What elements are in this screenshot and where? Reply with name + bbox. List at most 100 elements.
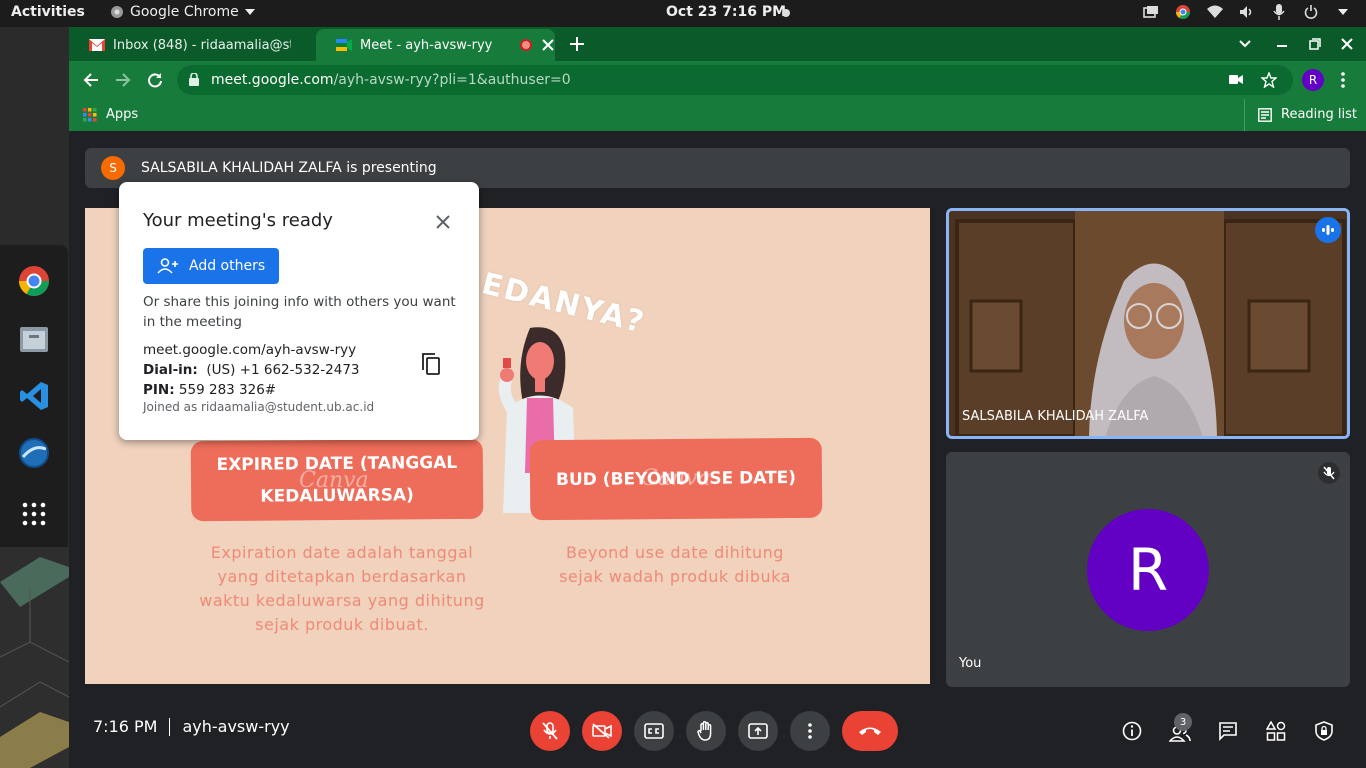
camera-in-use-icon[interactable]	[1229, 74, 1243, 85]
chrome-window: Inbox (848) - ridaamalia@stu Meet - ayh-…	[69, 27, 1366, 768]
separator	[169, 717, 171, 736]
raise-hand-icon	[697, 721, 712, 741]
profile-avatar[interactable]: R	[1302, 69, 1324, 91]
chrome-tray-icon[interactable]	[1174, 3, 1192, 21]
url-path: /ayh-avsw-ryy?pli=1&authuser=0	[333, 72, 571, 88]
meeting-link[interactable]: meet.google.com/ayh-avsw-ryy	[143, 340, 360, 360]
apps-label: Apps	[106, 107, 139, 122]
caret-down-icon[interactable]	[1334, 3, 1352, 21]
speaking-indicator-icon	[1315, 217, 1341, 243]
chrome-menu-icon[interactable]	[1341, 72, 1345, 88]
participant-name: You	[959, 656, 982, 671]
notification-dot	[782, 9, 790, 17]
gmail-icon	[89, 39, 105, 51]
desktop: Activities Google Chrome Oct 23 7:16 PM	[0, 0, 1366, 768]
files-icon[interactable]	[18, 323, 50, 355]
app-grid-icon[interactable]	[18, 498, 50, 530]
app-menu[interactable]: Google Chrome	[110, 4, 255, 20]
activities-button-meet[interactable]	[1258, 713, 1294, 749]
maximize-icon[interactable]	[1309, 38, 1321, 50]
lock-icon[interactable]	[189, 73, 199, 86]
joined-as-text: Joined as ridaamalia@student.ub.ac.id	[143, 400, 375, 414]
hang-up-icon	[859, 727, 881, 735]
captions-button[interactable]	[634, 711, 674, 751]
camera-off-button[interactable]	[582, 711, 622, 751]
info-icon	[1122, 721, 1142, 741]
participant-tile-you[interactable]: R You	[946, 452, 1350, 687]
meet-page: S SALSABILA KHALIDAH ZALFA is presenting…	[69, 131, 1366, 768]
bookmark-star-icon[interactable]	[1261, 72, 1277, 88]
leave-call-button[interactable]	[842, 711, 898, 751]
volume-icon[interactable]	[1238, 3, 1256, 21]
more-options-button[interactable]	[790, 711, 830, 751]
apps-bookmark[interactable]: Apps	[83, 107, 138, 122]
new-tab-icon[interactable]	[570, 37, 584, 51]
gnome-top-bar: Activities Google Chrome Oct 23 7:16 PM	[0, 0, 1366, 27]
joining-info: meet.google.com/ayh-avsw-ryy Dial-in: (U…	[143, 340, 360, 400]
reload-icon[interactable]	[147, 72, 163, 88]
forward-arrow-icon[interactable]	[115, 72, 131, 88]
meeting-details: 7:16 PM ayh-avsw-ryy	[93, 717, 290, 736]
dialog-close-icon[interactable]	[431, 210, 455, 234]
participant-avatar: R	[1087, 509, 1209, 631]
meeting-code[interactable]: ayh-avsw-ryy	[182, 717, 289, 736]
tab-close-icon[interactable]	[542, 39, 554, 51]
mic-off-button[interactable]	[530, 711, 570, 751]
dialin-value: (US) +1 662-532-2473	[206, 362, 360, 378]
more-vert-icon	[808, 723, 812, 739]
vscode-icon[interactable]	[18, 380, 50, 412]
window-close-icon[interactable]	[1341, 38, 1353, 50]
minimize-icon[interactable]	[1277, 45, 1287, 47]
reading-list-label: Reading list	[1281, 107, 1357, 122]
activities-button[interactable]: Activities	[11, 4, 85, 20]
people-button[interactable]: 3	[1162, 713, 1198, 749]
tab-inbox[interactable]: Inbox (848) - ridaamalia@stu	[69, 29, 316, 61]
chat-button[interactable]	[1210, 713, 1246, 749]
wifi-icon[interactable]	[1206, 3, 1224, 21]
meeting-details-button[interactable]	[1114, 713, 1150, 749]
shield-lock-icon	[1315, 721, 1333, 741]
slide-text-bud: Beyond use date dihitung sejak wadah pro…	[559, 543, 791, 586]
browser-globe-icon[interactable]	[18, 437, 50, 469]
captions-icon	[644, 723, 664, 739]
tab-meet[interactable]: Meet - ayh-avsw-ryy	[316, 29, 555, 61]
screen-share-icon[interactable]	[1142, 3, 1160, 21]
dock	[0, 27, 69, 768]
add-others-label: Add others	[189, 258, 266, 274]
apps-grid-icon	[83, 107, 97, 121]
chrome-icon[interactable]	[18, 265, 50, 297]
present-button[interactable]	[738, 711, 778, 751]
call-controls-bar: 7:16 PM ayh-avsw-ryy 3	[69, 703, 1366, 768]
chrome-toolbar: meet.google.com/ayh-avsw-ryy?pli=1&authu…	[69, 61, 1366, 99]
dialog-title: Your meeting's ready	[143, 210, 333, 231]
meeting-time: 7:16 PM	[93, 717, 158, 736]
present-screen-icon	[748, 723, 768, 739]
tab-strip: Inbox (848) - ridaamalia@stu Meet - ayh-…	[69, 27, 1366, 61]
url-host: meet.google.com	[211, 72, 334, 88]
activities-shapes-icon	[1266, 721, 1286, 741]
back-arrow-icon[interactable]	[83, 72, 99, 88]
system-tray[interactable]	[1142, 3, 1352, 21]
reading-list-button[interactable]: Reading list	[1258, 107, 1357, 122]
pin-value: 559 283 326#	[178, 382, 277, 398]
raise-hand-button[interactable]	[686, 711, 726, 751]
meeting-ready-dialog: Your meeting's ready Add others Or share…	[119, 182, 479, 440]
copy-icon[interactable]	[419, 352, 443, 376]
participant-tile-salsabila[interactable]: SALSABILA KHALIDAH ZALFA	[946, 208, 1350, 439]
microphone-icon[interactable]	[1270, 3, 1288, 21]
app-menu-label: Google Chrome	[130, 4, 239, 20]
power-icon[interactable]	[1302, 3, 1320, 21]
dialin-label: Dial-in:	[143, 362, 198, 378]
add-others-button[interactable]: Add others	[143, 248, 279, 284]
clock[interactable]: Oct 23 7:16 PM	[666, 4, 786, 20]
recording-indicator-icon	[520, 39, 532, 51]
canva-watermark: Canva	[299, 468, 369, 493]
host-controls-button[interactable]	[1306, 713, 1342, 749]
slide-text-expired: Expiration date adalah tanggal yang dite…	[199, 543, 485, 634]
desktop-wallpaper	[0, 547, 69, 768]
bookmarks-bar: Apps Reading list	[69, 99, 1366, 131]
address-bar[interactable]: meet.google.com/ayh-avsw-ryy?pli=1&authu…	[177, 65, 1293, 95]
tab-search-chevron-icon[interactable]	[1239, 40, 1251, 48]
mic-off-icon	[542, 722, 558, 740]
tab-title: Meet - ayh-avsw-ryy	[360, 37, 493, 53]
